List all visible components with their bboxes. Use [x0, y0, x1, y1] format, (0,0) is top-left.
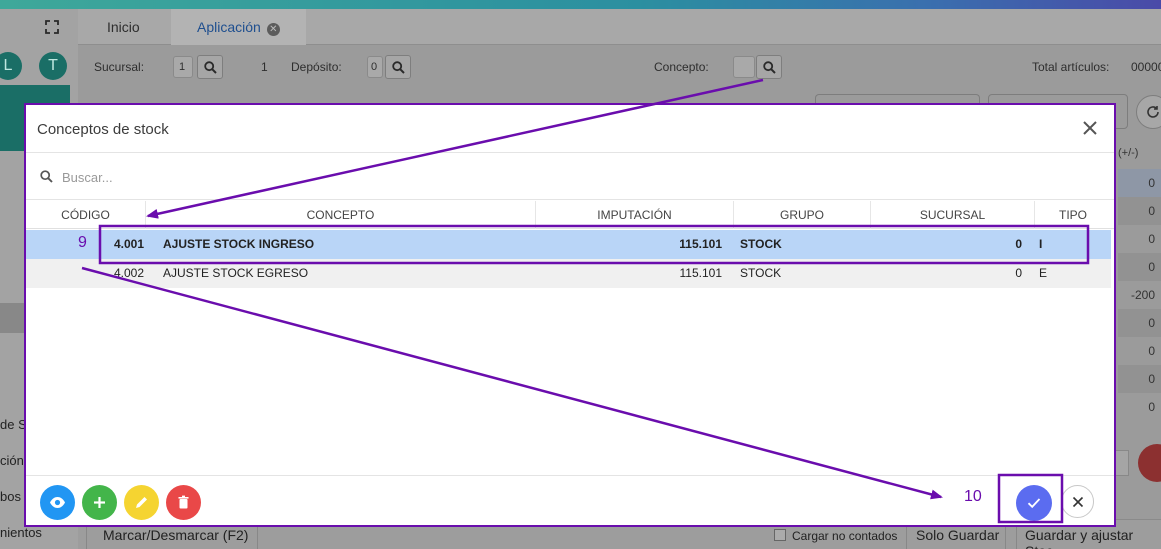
deposit-field[interactable]: 0 — [367, 56, 383, 78]
column-header-concepto[interactable]: CONCEPTO — [146, 201, 536, 229]
concept-field[interactable] — [733, 56, 755, 78]
total-articles-label: Total artículos: — [1032, 60, 1110, 74]
branch-label: Sucursal: — [94, 60, 145, 74]
sidebar-selected-item — [0, 303, 24, 333]
save-only-label: Solo Guardar — [916, 527, 1000, 543]
concept-label: Concepto: — [654, 60, 709, 74]
step-label-10: 10 — [964, 488, 982, 505]
sidebar-text-3[interactable]: bos — [0, 489, 21, 504]
step-label-9: 9 — [78, 234, 87, 251]
delete-button[interactable] — [166, 485, 201, 520]
avatar-t[interactable]: T — [39, 52, 67, 80]
grid-cell: 0 — [1118, 393, 1161, 421]
view-button[interactable] — [40, 485, 75, 520]
load-uncounted-label: Cargar no contados — [792, 529, 898, 543]
bg-input[interactable] — [1115, 450, 1129, 476]
plus-icon — [94, 497, 105, 508]
branch-name: 1 — [261, 60, 268, 74]
grid-cell: 0 — [1118, 197, 1161, 225]
cell-imputacion: 115.101 — [679, 266, 723, 280]
cancel-button[interactable] — [1061, 485, 1094, 518]
branch-search-button[interactable] — [197, 55, 223, 79]
close-circle-icon[interactable]: ✕ — [266, 23, 280, 36]
search-row — [26, 154, 1114, 200]
search-icon — [763, 61, 776, 74]
load-uncounted-checkbox[interactable] — [774, 529, 786, 541]
grid-cell: -200 — [1118, 281, 1161, 309]
table-row[interactable]: 4.002 AJUSTE STOCK EGRESO 115.101 STOCK … — [26, 259, 1111, 288]
confirm-button[interactable] — [1016, 485, 1052, 521]
sidebar-text-2[interactable]: ción — [0, 453, 24, 468]
total-articles-value: 00000 — [1131, 60, 1161, 74]
table-header: CÓDIGO CONCEPTO IMPUTACIÓN GRUPO SUCURSA… — [26, 201, 1114, 229]
branch-field[interactable]: 1 — [173, 56, 193, 78]
grid-column-header: (+/-) — [1118, 147, 1139, 159]
search-input[interactable] — [62, 164, 1062, 190]
mark-unmark-label: Marcar/Desmarcar (F2) — [103, 527, 249, 543]
grid-cell: 0 — [1118, 309, 1161, 337]
search-icon — [40, 170, 53, 183]
pencil-icon — [136, 497, 147, 508]
dialog-title: Conceptos de stock — [37, 121, 169, 138]
grid-cell: 0 — [1118, 225, 1161, 253]
eye-icon — [50, 497, 65, 508]
cell-concepto: AJUSTE STOCK INGRESO — [163, 237, 315, 251]
close-icon — [1072, 496, 1084, 508]
cell-imputacion: 115.101 — [679, 237, 722, 251]
cell-grupo: STOCK — [740, 266, 782, 280]
cell-tipo: I — [1039, 237, 1043, 251]
column-header-imputacion[interactable]: IMPUTACIÓN — [536, 201, 734, 229]
grid-cell: 0 — [1118, 169, 1161, 197]
stock-concepts-dialog: Conceptos de stock CÓDIGO CONCEPTO IMPUT… — [24, 103, 1116, 527]
deposit-search-button[interactable] — [385, 55, 411, 79]
sidebar-text-1[interactable]: de S — [0, 417, 27, 432]
add-button[interactable] — [82, 485, 117, 520]
save-adjust-label: Guardar y ajustar Stoc — [1025, 527, 1134, 549]
dialog-header: Conceptos de stock — [26, 105, 1114, 153]
search-icon — [204, 61, 217, 74]
table-row[interactable]: 4.001 AJUSTE STOCK INGRESO 115.101 STOCK… — [26, 230, 1111, 259]
deposit-label: Depósito: — [291, 60, 342, 74]
column-header-sucursal[interactable]: SUCURSAL — [871, 201, 1035, 229]
search-icon — [392, 61, 405, 74]
cell-codigo: 4.001 — [114, 237, 145, 251]
cell-tipo: E — [1039, 266, 1048, 280]
column-header-tipo[interactable]: TIPO — [1035, 201, 1111, 229]
grid-cell: 0 — [1118, 365, 1161, 393]
column-header-grupo[interactable]: GRUPO — [734, 201, 871, 229]
tab-bar: Inicio Aplicación ✕ — [78, 9, 1161, 45]
grid-cell: 0 — [1118, 253, 1161, 281]
tab-aplicacion[interactable]: Aplicación ✕ — [171, 9, 306, 45]
cell-sucursal: 0 — [1015, 237, 1022, 251]
cell-codigo: 4.002 — [114, 266, 145, 280]
tab-inicio[interactable]: Inicio — [107, 9, 140, 45]
cell-concepto: AJUSTE STOCK EGRESO — [163, 266, 309, 280]
edit-button[interactable] — [124, 485, 159, 520]
top-accent-strip — [0, 0, 1161, 9]
cell-grupo: STOCK — [740, 237, 782, 251]
cell-sucursal: 0 — [1015, 266, 1022, 280]
close-icon[interactable] — [1080, 118, 1100, 138]
column-header-codigo[interactable]: CÓDIGO — [26, 201, 146, 229]
concept-search-button[interactable] — [756, 55, 782, 79]
fullscreen-icon[interactable] — [45, 20, 61, 36]
tab-aplicacion-label: Aplicación — [197, 19, 261, 35]
check-icon — [1027, 498, 1041, 509]
filter-bar: Sucursal: 1 1 Depósito: 0 Concepto: Tota… — [78, 46, 1161, 88]
grid-cell: 0 — [1118, 337, 1161, 365]
trash-icon — [178, 495, 189, 509]
sidebar-text-4[interactable]: nientos — [0, 525, 42, 540]
dialog-footer — [26, 475, 1114, 525]
